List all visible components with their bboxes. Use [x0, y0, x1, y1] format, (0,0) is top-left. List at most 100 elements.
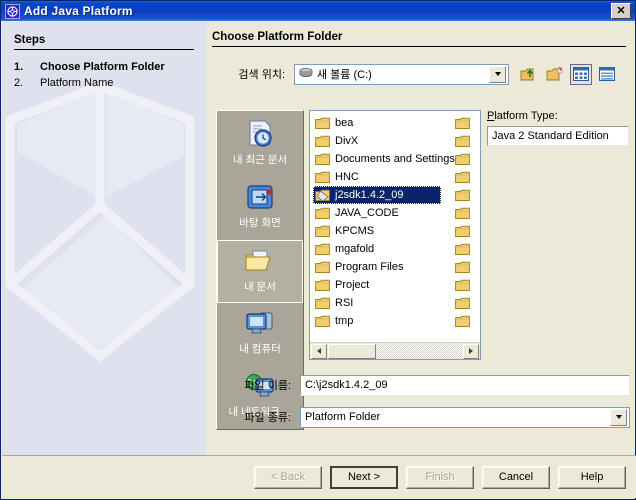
folder-icon	[315, 225, 333, 238]
list-item[interactable]: tmp	[313, 312, 450, 330]
list-item[interactable]: HNC	[313, 168, 450, 186]
my-computer-icon	[244, 306, 276, 340]
details-view-icon[interactable]	[596, 64, 618, 85]
platform-type-group: Platform Type: Java 2 Standard Edition	[487, 110, 629, 146]
folder-icon	[315, 117, 333, 130]
list-item[interactable]	[453, 132, 480, 150]
folder-icon	[315, 279, 333, 292]
list-item[interactable]	[453, 276, 480, 294]
look-in-combo[interactable]: 새 볼륨 (C:)	[294, 63, 509, 85]
step-number: 1.	[14, 61, 24, 73]
folder-icon	[315, 243, 333, 256]
java-platform-icon	[5, 3, 20, 19]
file-name: RSI	[335, 297, 354, 309]
title-divider	[212, 46, 626, 47]
list-item[interactable]: mgafold	[313, 240, 450, 258]
folder-icon	[455, 315, 473, 328]
window-title: Add Java Platform	[24, 4, 133, 18]
next-button[interactable]: Next >	[330, 465, 398, 489]
scroll-left-icon[interactable]	[311, 343, 327, 359]
scrollbar-thumb[interactable]	[328, 343, 377, 359]
file-name: Project	[335, 279, 370, 291]
finish-button[interactable]: Finish	[406, 465, 474, 489]
list-item[interactable]: KPCMS	[313, 222, 450, 240]
folder-icon	[455, 207, 473, 220]
cancel-button[interactable]: Cancel	[482, 465, 550, 489]
list-item[interactable]	[453, 168, 480, 186]
file-name: JAVA_CODE	[335, 207, 399, 219]
look-in-row: 검색 위치: 새 볼륨 (C:)	[212, 62, 630, 86]
step-item-2[interactable]: 2. Platform Name	[14, 77, 196, 89]
chevron-down-icon[interactable]	[610, 408, 627, 426]
up-one-level-icon[interactable]	[518, 64, 540, 85]
close-icon[interactable]: ✕	[611, 3, 631, 19]
list-item-selected[interactable]: j2sdk1.4.2_09	[313, 186, 441, 204]
horizontal-scrollbar[interactable]	[310, 342, 480, 359]
folder-icon	[455, 297, 473, 310]
file-name: KPCMS	[335, 225, 375, 237]
list-item[interactable]: bea	[313, 114, 450, 132]
place-label: 바탕 화면	[239, 217, 281, 229]
step-item-1[interactable]: 1. Choose Platform Folder	[14, 61, 196, 73]
place-item-recent-documents[interactable]: 내 최근 문서	[217, 114, 303, 177]
place-item-desktop[interactable]: 바탕 화면	[217, 177, 303, 240]
look-in-label: 검색 위치:	[238, 69, 285, 81]
list-item[interactable]: Documents and Settings	[313, 150, 455, 168]
folder-icon	[315, 171, 333, 184]
list-view-icon[interactable]	[570, 63, 592, 85]
file-name: mgafold	[335, 243, 375, 255]
file-list-column-2	[450, 111, 480, 341]
scrollbar-track[interactable]	[328, 343, 462, 359]
place-item-my-computer[interactable]: 내 컴퓨터	[217, 303, 303, 366]
file-name: DivX	[335, 135, 359, 147]
folder-icon	[455, 117, 473, 130]
list-item[interactable]	[453, 204, 480, 222]
folder-icon	[315, 315, 333, 328]
list-item[interactable]	[453, 150, 480, 168]
help-button[interactable]: Help	[558, 465, 626, 489]
folder-icon	[315, 207, 333, 220]
recent-documents-icon	[244, 117, 276, 151]
file-type-combo[interactable]: Platform Folder	[300, 406, 630, 428]
list-item[interactable]: DivX	[313, 132, 450, 150]
list-item[interactable]	[453, 222, 480, 240]
list-item[interactable]: Program Files	[313, 258, 450, 276]
folder-icon	[455, 189, 473, 202]
file-name: Documents and Settings	[335, 153, 455, 165]
drive-icon	[299, 67, 313, 81]
list-item[interactable]	[453, 294, 480, 312]
folder-icon	[455, 243, 473, 256]
list-item[interactable]	[453, 114, 480, 132]
list-item[interactable]	[453, 312, 480, 330]
list-item[interactable]: JAVA_CODE	[313, 204, 450, 222]
list-item[interactable]	[453, 258, 480, 276]
file-type-value: Platform Folder	[305, 411, 381, 423]
place-item-my-documents[interactable]: 내 문서	[217, 240, 303, 303]
content-panel: Choose Platform Folder 검색 위치: 새 볼륨 (C:)	[206, 22, 635, 456]
file-name: HNC	[335, 171, 359, 183]
place-label: 내 컴퓨터	[239, 343, 281, 355]
scroll-right-icon[interactable]	[463, 343, 479, 359]
steps-heading: Steps	[14, 34, 46, 46]
back-button[interactable]: < Back	[254, 465, 322, 489]
step-label: Platform Name	[40, 77, 114, 89]
chevron-down-icon[interactable]	[489, 65, 506, 83]
folder-icon	[455, 225, 473, 238]
file-name-input[interactable]: C:\j2sdk1.4.2_09	[300, 374, 630, 396]
folder-icon	[455, 261, 473, 274]
list-item[interactable]	[453, 186, 480, 204]
platform-type-label-text: latform Type:	[494, 110, 558, 122]
platform-type-label: Platform Type:	[487, 110, 629, 122]
steps-panel: Steps 1. Choose Platform Folder 2. Platf…	[2, 22, 206, 456]
new-folder-icon[interactable]	[544, 64, 566, 85]
desktop-icon	[245, 180, 275, 214]
steps-divider	[14, 49, 194, 50]
list-item[interactable]: Project	[313, 276, 450, 294]
list-item[interactable]: RSI	[313, 294, 450, 312]
list-item[interactable]	[453, 240, 480, 258]
place-label: 내 문서	[244, 281, 276, 293]
step-number: 2.	[14, 77, 24, 89]
file-list[interactable]: bea DivX Documents and Settings HNC j2sd…	[309, 110, 481, 360]
file-name: tmp	[335, 315, 354, 327]
file-list-column-1: bea DivX Documents and Settings HNC j2sd…	[310, 111, 455, 341]
